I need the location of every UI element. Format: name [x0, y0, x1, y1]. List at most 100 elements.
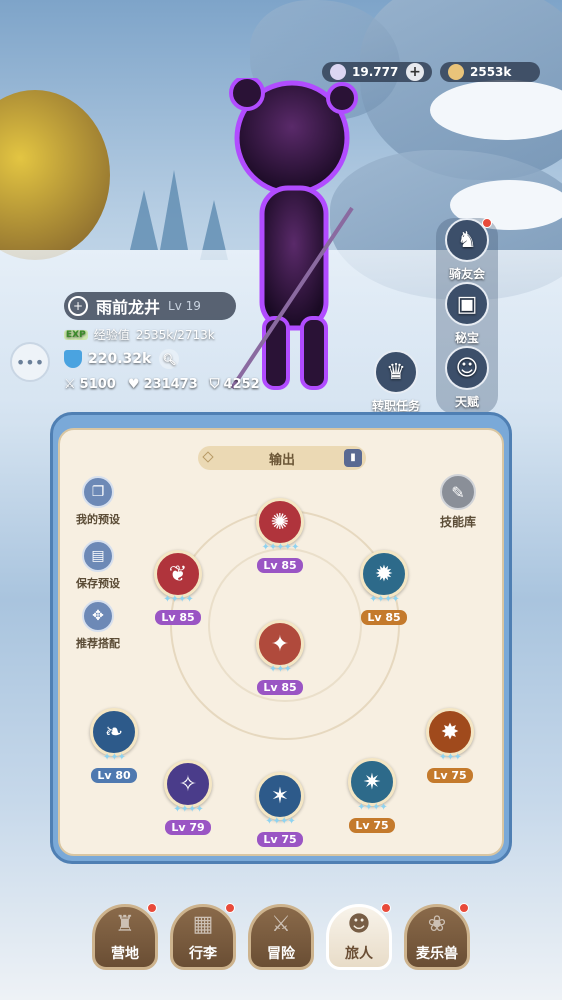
chat-button[interactable]: ••• — [10, 342, 50, 382]
sword-icon: ⚔ — [64, 377, 76, 392]
treasure-button[interactable]: ▣ 秘宝 — [432, 282, 502, 346]
save-preset-button[interactable]: ▤ 保存预设 — [68, 540, 128, 591]
nav-traveler[interactable]: ☻ 旅人 — [326, 903, 392, 970]
skill-level: Lv 79 — [165, 820, 211, 835]
skill-stars: ✦✦✦✦ — [265, 816, 296, 827]
talent-label: 天赋 — [454, 395, 479, 409]
skill-slot-passive-3[interactable]: ✶ ✦✦✦✦ Lv 75 — [250, 772, 310, 847]
skill-stars: ✦✦✦✦ — [369, 594, 400, 605]
stats-line: ⚔ 5100 ♥ 231473 ⛉ 4252 — [64, 377, 260, 392]
tab-output-label: 输出 — [268, 452, 295, 468]
heart-icon: ♥ — [127, 377, 140, 392]
skill-level: Lv 85 — [155, 610, 201, 625]
power-value: 220.32k — [88, 351, 152, 367]
skill-slot-left[interactable]: ❦ ✦✦✦✦ Lv 85 — [148, 550, 208, 625]
star-value: 19.777 — [352, 65, 399, 79]
skill-level: Lv 75 — [257, 832, 303, 847]
skill-level: Lv 75 — [349, 818, 395, 833]
coin-currency: 2553k — [440, 62, 540, 82]
skill-library-label: 技能库 — [439, 515, 476, 529]
player-name-bar[interactable]: + 雨前龙井 Lv 19 — [64, 292, 236, 320]
skill-level: Lv 85 — [257, 558, 303, 573]
player-info: + 雨前龙井 Lv 19 EXP 经验值 2535k/2713k 220.32k… — [64, 292, 260, 392]
gamepad-icon: ✥ — [82, 600, 114, 632]
skill-icon: ✺ — [256, 498, 304, 546]
my-preset-label: 我的预设 — [76, 513, 120, 526]
nav-bag-label: 行李 — [189, 946, 217, 962]
skill-level: Lv 85 — [361, 610, 407, 625]
cards-icon: ❐ — [82, 476, 114, 508]
club-button[interactable]: ♞ 骑友会 — [432, 218, 502, 282]
castle-icon: ♜ — [115, 912, 135, 937]
coin-value: 2553k — [470, 65, 512, 79]
recommend-button[interactable]: ✥ 推荐搭配 — [68, 600, 128, 651]
talent-button[interactable]: ☺ 天赋 — [432, 346, 502, 410]
chat-icon: ••• — [15, 352, 45, 372]
skill-icon: ✦ — [256, 620, 304, 668]
nav-bag[interactable]: ▦ 行李 — [170, 903, 236, 970]
skill-icon: ✸ — [426, 708, 474, 756]
job-quest-button[interactable]: ♛ 转职任务 — [354, 350, 438, 414]
my-preset-button[interactable]: ❐ 我的预设 — [68, 476, 128, 527]
nav-adventure[interactable]: ⚔ 冒险 — [248, 904, 314, 970]
skill-stars: ✦✦✦ — [102, 752, 126, 763]
skill-slot-passive-5[interactable]: ✸ ✦✦✦ Lv 75 — [420, 708, 480, 783]
defense-value: 4252 — [223, 377, 260, 392]
nav-pet[interactable]: ❀ 麦乐兽 — [404, 903, 470, 970]
player-name: 雨前龙井 — [96, 298, 161, 317]
attack-value: 5100 — [79, 377, 116, 392]
crossed-swords-icon: ⚔ — [271, 912, 291, 937]
skill-slot-center[interactable]: ✦ ✦✦✦ Lv 85 — [250, 620, 310, 695]
nav-camp-label: 营地 — [111, 946, 139, 962]
power-line: 220.32k 🔍︎ — [64, 349, 260, 369]
skill-stars: ✦✦✦ — [438, 752, 462, 763]
save-icon: ▤ — [82, 540, 114, 572]
book-icon[interactable]: ▮ — [344, 449, 362, 467]
notification-dot — [459, 903, 469, 913]
nav-camp[interactable]: ♜ 营地 — [92, 903, 158, 970]
coin-icon — [448, 64, 464, 80]
notification-dot — [482, 218, 492, 228]
notification-dot — [381, 903, 391, 913]
skill-level: Lv 80 — [91, 768, 137, 783]
nav-pet-label: 麦乐兽 — [416, 946, 458, 962]
exp-label: 经验值 — [93, 328, 130, 342]
skill-icon: ✧ — [164, 760, 212, 808]
skill-stars: ✦✦✦✦ — [357, 802, 388, 813]
shield-icon: ⛉ — [209, 377, 220, 392]
skill-library-button[interactable]: ✎ 技能库 — [432, 474, 484, 530]
skill-slot-top[interactable]: ✺ ✦✦✦✦✦ Lv 85 — [250, 498, 310, 573]
bee-creature — [0, 90, 110, 260]
currency-bar: 19.777 + 2553k — [322, 62, 540, 82]
power-shield-icon — [64, 350, 82, 368]
skill-level: Lv 85 — [257, 680, 303, 695]
skill-slot-passive-1[interactable]: ❧ ✦✦✦ Lv 80 — [84, 708, 144, 783]
add-currency-button[interactable]: + — [406, 63, 424, 81]
skill-stars: ✦✦✦✦ — [173, 804, 204, 815]
star-currency: 19.777 + — [322, 62, 432, 82]
nav-adventure-label: 冒险 — [267, 946, 295, 962]
tab-output[interactable]: 输出 ▮ — [198, 446, 366, 470]
target-icon: + — [68, 296, 88, 316]
notification-dot — [225, 903, 235, 913]
skill-icon: ❦ — [154, 550, 202, 598]
skill-library-icon: ✎ — [440, 474, 476, 510]
skill-slot-passive-4[interactable]: ✷ ✦✦✦✦ Lv 75 — [342, 758, 402, 833]
recommend-label: 推荐搭配 — [76, 637, 120, 650]
skill-icon: ✹ — [360, 550, 408, 598]
crown-icon: ♛ — [374, 350, 418, 394]
bottom-nav: ♜ 营地 ▦ 行李 ⚔ 冒险 ☻ 旅人 ❀ 麦乐兽 — [0, 892, 562, 1000]
skill-icon: ❧ — [90, 708, 138, 756]
hp-value: 231473 — [143, 377, 198, 392]
skill-slot-right[interactable]: ✹ ✦✦✦✦ Lv 85 — [354, 550, 414, 625]
skill-stars: ✦✦✦✦✦ — [261, 542, 300, 553]
magnify-icon[interactable]: 🔍︎ — [159, 349, 180, 369]
save-preset-label: 保存预设 — [76, 577, 120, 590]
fox-icon: ❀ — [427, 912, 447, 937]
exp-line: EXP 经验值 2535k/2713k — [64, 326, 260, 343]
skill-stars: ✦✦✦✦ — [163, 594, 194, 605]
skill-level: Lv 75 — [427, 768, 473, 783]
skill-slot-passive-2[interactable]: ✧ ✦✦✦✦ Lv 79 — [158, 760, 218, 835]
treasure-chest-icon: ▣ — [445, 282, 489, 326]
traveler-avatar-icon: ☻ — [347, 912, 371, 937]
